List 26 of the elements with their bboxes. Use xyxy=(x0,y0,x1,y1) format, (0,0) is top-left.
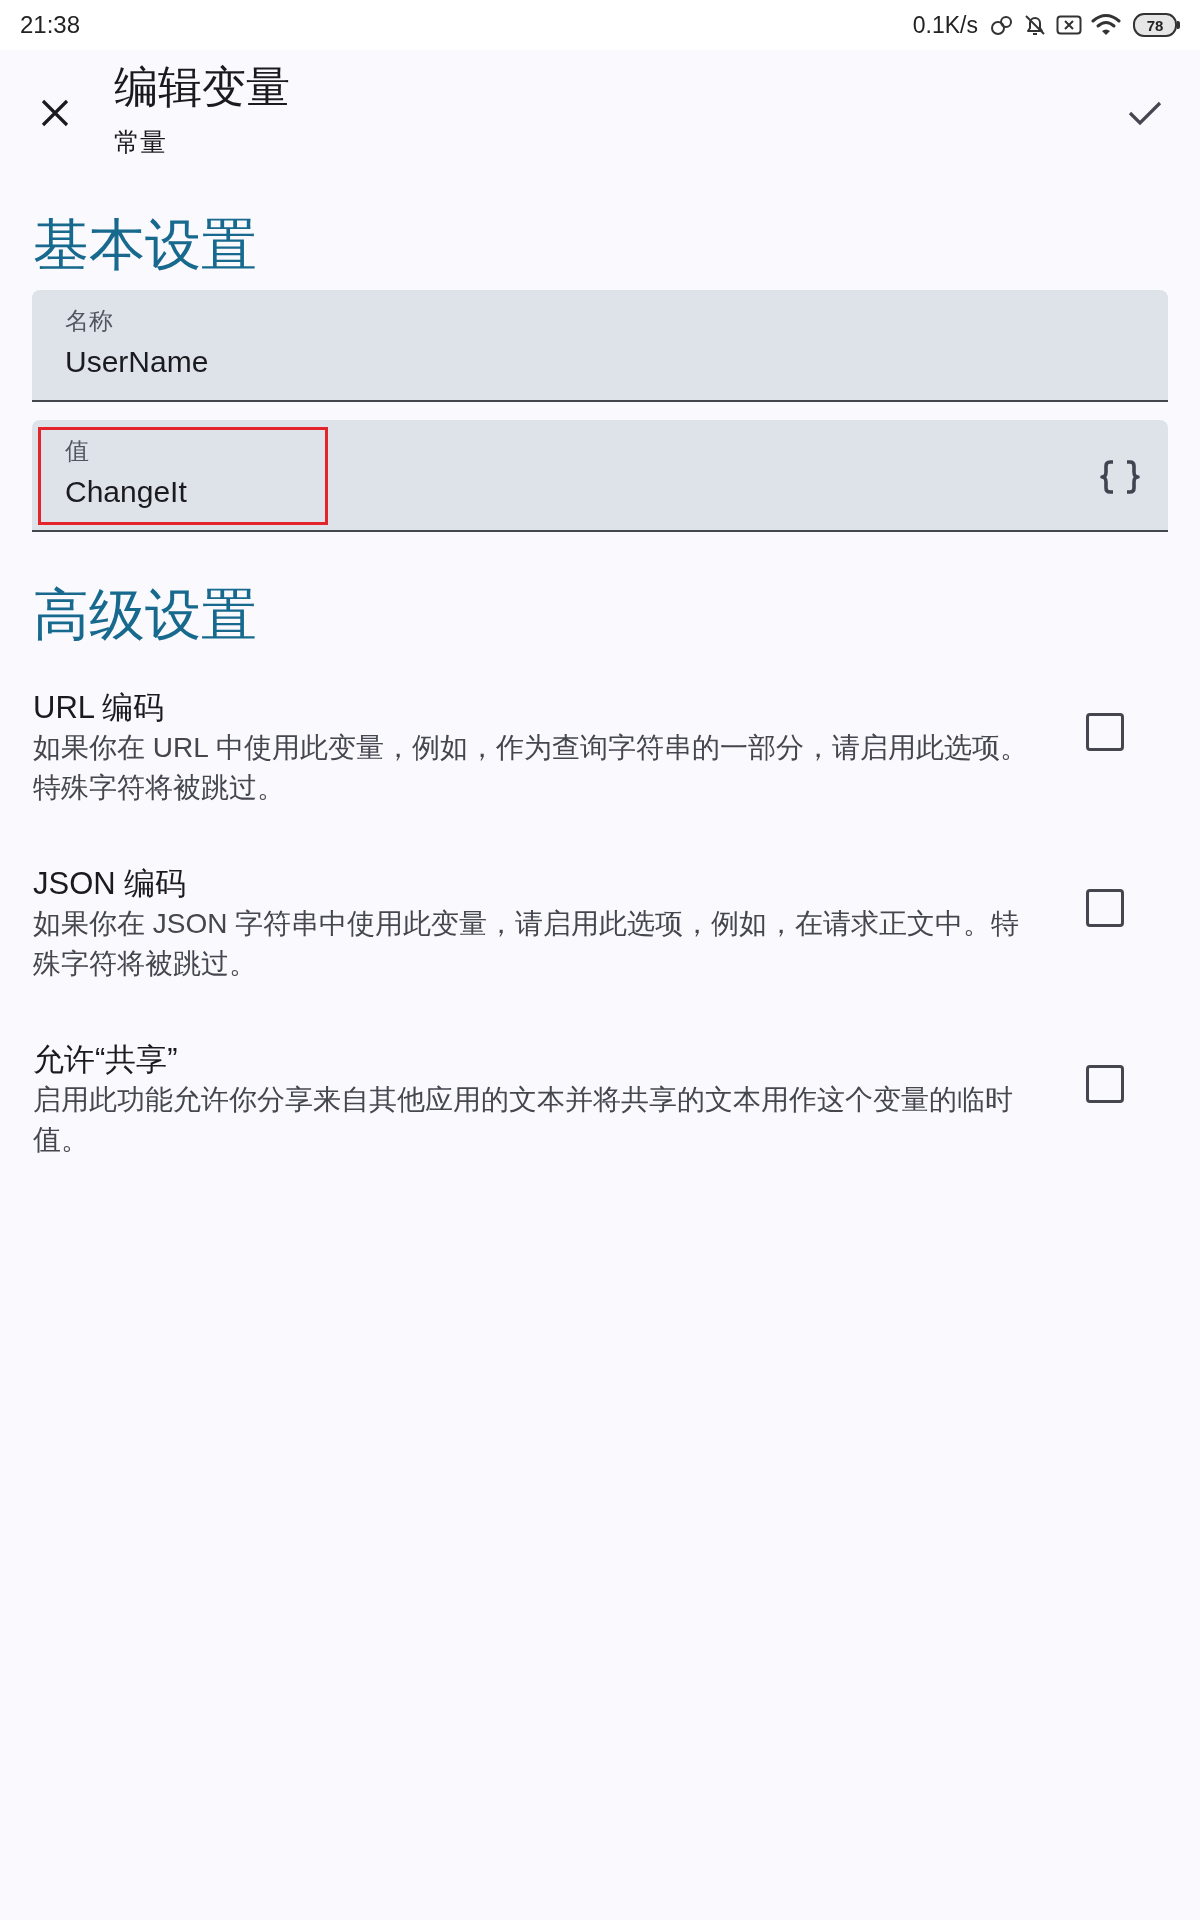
checkbox[interactable] xyxy=(1086,1065,1124,1103)
close-icon xyxy=(41,99,69,127)
linked-circles-icon xyxy=(990,13,1014,37)
option-title: JSON 编码 xyxy=(33,865,188,903)
option-description: 特殊字符将被跳过。 xyxy=(33,771,286,805)
checkmark-icon xyxy=(1128,100,1162,126)
curly-braces-icon[interactable] xyxy=(1100,460,1140,494)
battery-indicator: 78 xyxy=(1133,13,1180,37)
checkbox[interactable] xyxy=(1086,713,1124,751)
crossed-box-icon xyxy=(1056,14,1082,36)
option-description: 启用此功能允许你分享来自其他应用的文本并将共享的文本用作这个变量的临时值。 xyxy=(33,1083,1014,1157)
section-heading: 高级设置 xyxy=(33,582,258,648)
network-speed: 0.1K/s xyxy=(912,11,978,39)
text-field[interactable]: 值 ChangeIt xyxy=(32,420,1168,532)
option-description: 如果你在 JSON 字符串中使用此变量，请启用此选项，例如，在请求正文中。特殊字符将被跳过。 xyxy=(33,907,1021,981)
screen-subtitle: 常量 xyxy=(114,126,166,158)
checkbox[interactable] xyxy=(1086,889,1124,927)
screen-title: 编辑变量 xyxy=(114,62,290,112)
option-title: 允许“共享” xyxy=(33,1041,179,1079)
option-title: URL 编码 xyxy=(33,689,166,727)
muted-bell-icon xyxy=(1023,13,1047,37)
section-heading: 基本设置 xyxy=(33,212,258,278)
text-field[interactable]: 名称 UserName xyxy=(32,290,1168,402)
option-description: 如果你在 URL 中使用此变量，例如，作为查询字符串的一部分，请启用此选项。 xyxy=(33,731,1029,765)
wifi-icon xyxy=(1091,13,1121,37)
status-time: 21:38 xyxy=(20,11,81,39)
